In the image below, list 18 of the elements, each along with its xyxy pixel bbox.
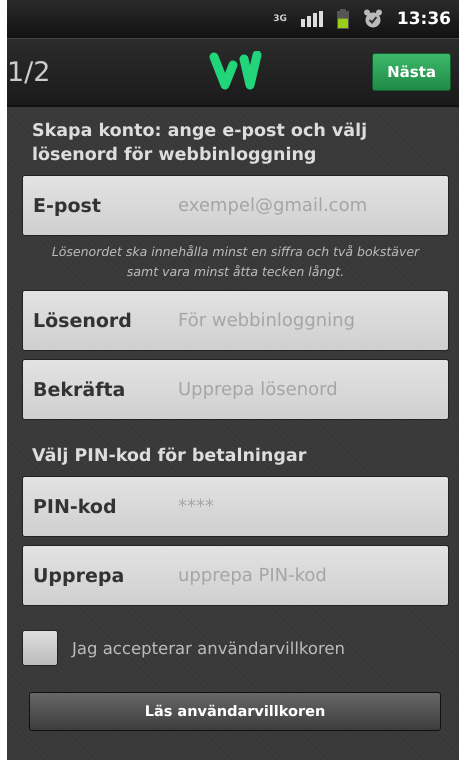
section-heading: Skapa konto: ange e-post och välj lösenord för webbinloggning <box>31 120 368 167</box>
alarm-clock-icon <box>362 9 383 29</box>
section-heading: Välj PIN-kod för betalningar <box>31 445 308 468</box>
read-terms-button[interactable]: Läs användarvillkoren <box>29 692 441 731</box>
terms-checkbox[interactable] <box>22 630 58 666</box>
field-label: Bekräfta <box>33 378 126 400</box>
field-label: PIN-kod <box>33 496 118 518</box>
step-counter: 1/2 <box>7 56 52 88</box>
field-label: Upprepa <box>33 564 126 586</box>
password-hint: Lösenordet ska innehålla minst en siffra och två bokstäver samt vara minst åtta tecken långt. <box>50 243 421 281</box>
text-input[interactable]: **** <box>178 496 438 517</box>
field-label: E-post <box>33 194 102 216</box>
signal-icon <box>300 11 323 27</box>
clock-time: 13:36 <box>396 9 451 29</box>
battery-icon <box>336 9 349 29</box>
field-label: Lösenord <box>33 310 133 332</box>
checkbox-label: Jag accepterar användarvillkoren <box>72 638 345 658</box>
network-indicator: 3G <box>273 14 287 24</box>
